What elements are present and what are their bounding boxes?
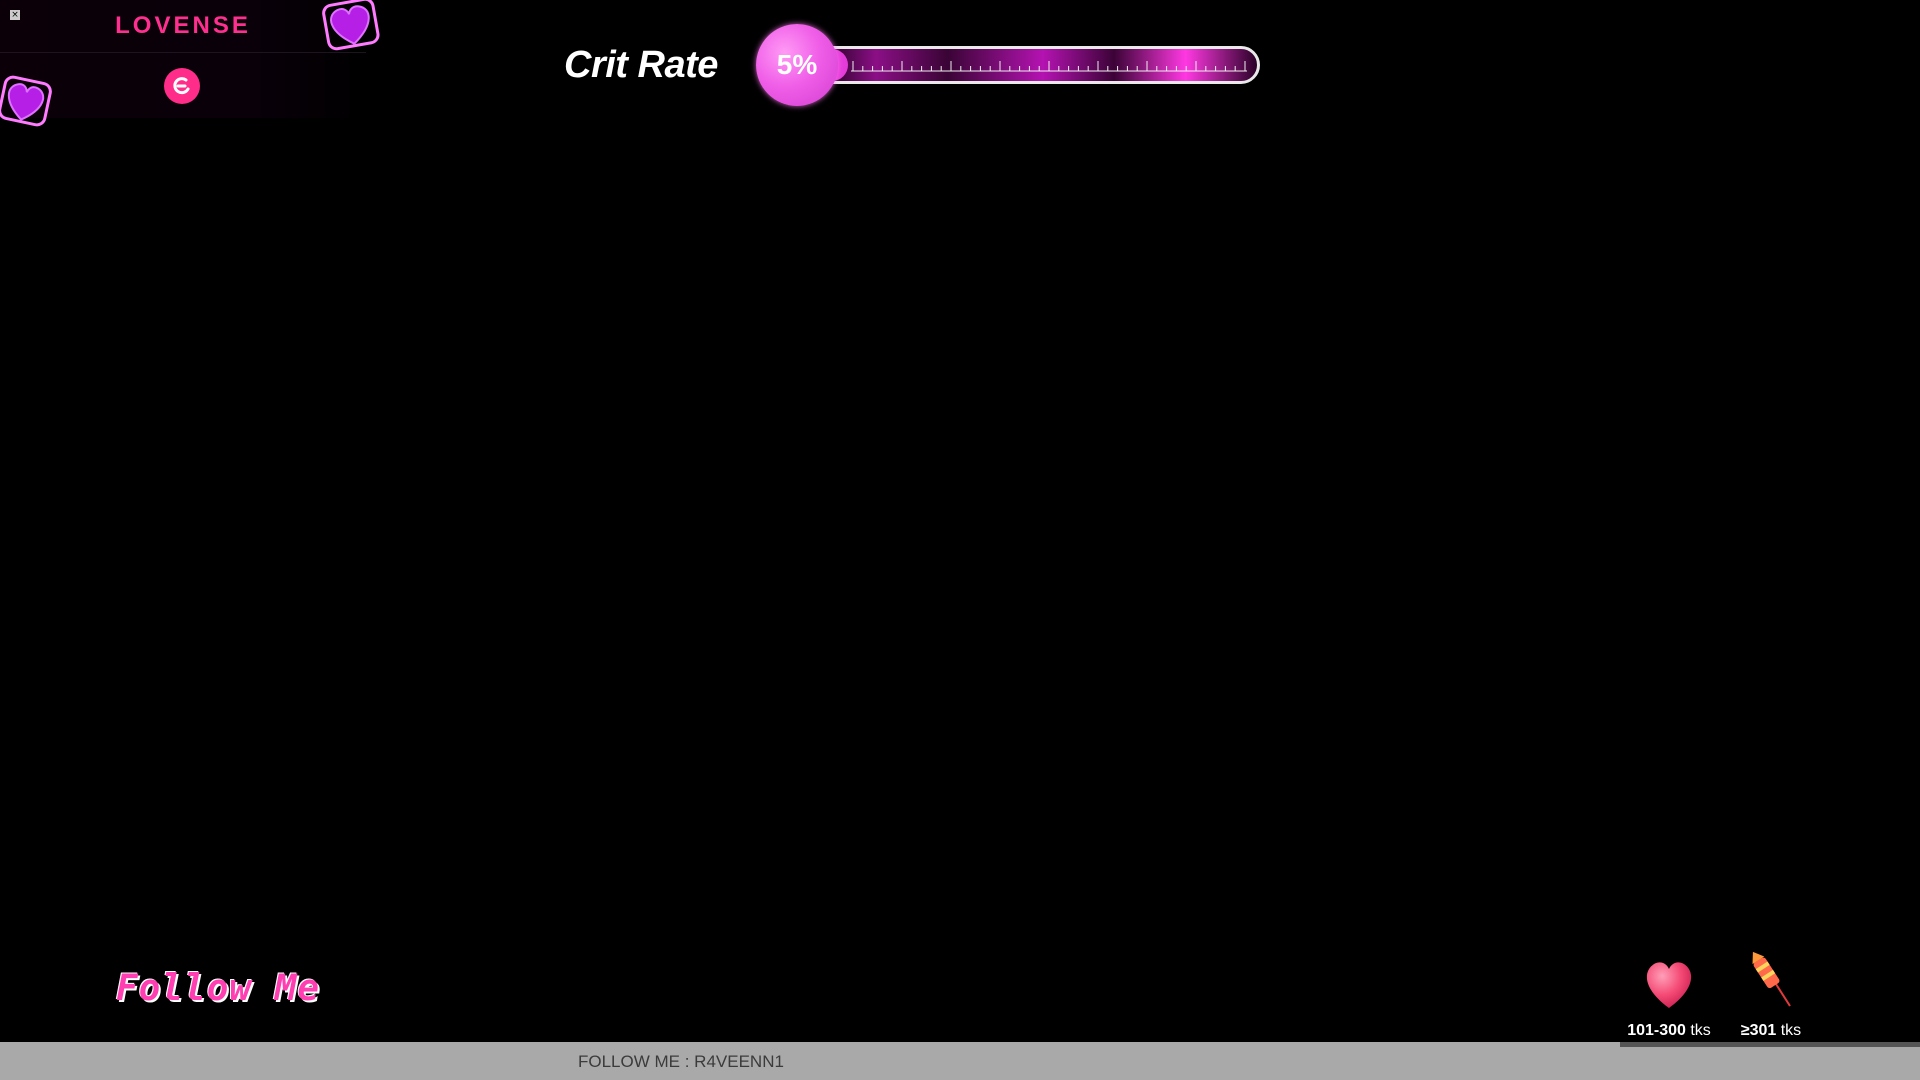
crit-rate-label: Crit Rate [564, 44, 718, 86]
follow-me-title: Follow Me [116, 968, 321, 1009]
heart-icon [0, 75, 52, 127]
tip-range: 101-300 [1627, 1022, 1686, 1039]
tip-level-label: 101-300 tks [1614, 1022, 1724, 1040]
heart-icon [1646, 962, 1692, 1008]
crit-rate-value: 5% [776, 49, 818, 80]
stream-overlay: × LOVENSE Crit Rate 5% Follow Me 101-300… [0, 0, 1920, 1080]
tip-level-label: ≥301 tks [1716, 1022, 1826, 1040]
crit-rate-bar [778, 46, 1260, 84]
tip-unit: tks [1690, 1022, 1711, 1039]
ticker-bar: FOLLOW ME : R4VEENN1 [0, 1042, 1920, 1080]
tip-level-rocket: ≥301 tks [1716, 948, 1826, 1040]
heart-icon [322, 0, 380, 51]
lovense-control-icon[interactable] [164, 68, 200, 104]
lovense-logo: LOVENSE [115, 12, 251, 39]
lovense-panel: × LOVENSE [0, 0, 366, 118]
tip-unit: tks [1780, 1022, 1802, 1039]
tip-level-heart: 101-300 tks [1614, 948, 1724, 1040]
firework-rocket-icon [1752, 951, 1791, 1007]
crit-rate-ticks [851, 61, 1247, 72]
ticker-progress [1620, 1042, 1920, 1047]
lovense-header: × LOVENSE [0, 0, 366, 53]
ticker-text: FOLLOW ME : R4VEENN1 [578, 1052, 784, 1071]
crit-rate-knob: 5% [756, 24, 838, 106]
tip-range: ≥301 [1740, 1022, 1777, 1039]
